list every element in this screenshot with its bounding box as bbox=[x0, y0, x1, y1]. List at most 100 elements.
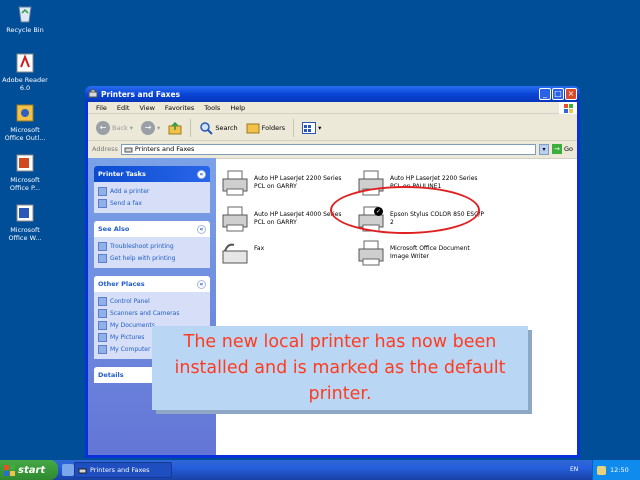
title-bar[interactable]: Printers and Faxes _ □ × bbox=[85, 86, 580, 102]
address-dropdown-button[interactable]: ▾ bbox=[538, 143, 549, 155]
back-label: Back bbox=[112, 123, 128, 132]
printer-item[interactable]: Auto HP LaserJet 2200 Series PCL on GARRY bbox=[220, 169, 355, 197]
address-value: Printers and Faxes bbox=[134, 145, 195, 153]
menu-view[interactable]: View bbox=[139, 104, 154, 112]
menu-tools[interactable]: Tools bbox=[204, 104, 220, 112]
printer-folder-icon bbox=[124, 147, 133, 152]
desktop-icon-label: Microsoft Office Outl... bbox=[4, 126, 46, 142]
scanners-cameras-link[interactable]: Scanners and Cameras bbox=[98, 307, 206, 319]
desktop-icon-outlook[interactable]: Microsoft Office Outl... bbox=[2, 102, 48, 142]
printer-name: Auto HP LaserJet 4000 Series bbox=[254, 211, 342, 218]
desktop-icon-label: Recycle Bin bbox=[6, 26, 44, 34]
help-icon bbox=[98, 253, 107, 263]
panel-title: Details bbox=[98, 371, 124, 379]
callout-text: The new local printer has now been insta… bbox=[174, 332, 506, 404]
maximize-button[interactable]: □ bbox=[552, 88, 564, 100]
toolbar: ← Back ▾ → ▾ Search Folders ▾ bbox=[88, 115, 577, 141]
taskbar-window-label: Printers and Faxes bbox=[90, 466, 150, 474]
search-button[interactable]: Search bbox=[197, 121, 239, 135]
minimize-button[interactable]: _ bbox=[539, 88, 551, 100]
language-indicator[interactable]: EN bbox=[570, 466, 578, 473]
printer-item[interactable]: Microsoft Office Document Image Writer bbox=[356, 239, 491, 267]
taskbar-window-button[interactable]: Printers and Faxes bbox=[74, 462, 172, 478]
go-label: Go bbox=[563, 145, 573, 153]
link-label: Troubleshoot printing bbox=[110, 242, 174, 250]
add-printer-link[interactable]: Add a printer bbox=[98, 185, 206, 197]
printer-tasks-header[interactable]: Printer Tasks « bbox=[94, 166, 210, 182]
views-icon bbox=[302, 121, 317, 134]
fax-icon bbox=[222, 243, 248, 264]
start-label: start bbox=[18, 464, 46, 476]
word-icon bbox=[16, 204, 34, 222]
help-printing-link[interactable]: Get help with printing bbox=[98, 252, 206, 264]
link-label: Get help with printing bbox=[110, 254, 176, 262]
address-input[interactable]: Printers and Faxes bbox=[120, 143, 536, 155]
desktop-icon-recycle-bin[interactable]: Recycle Bin bbox=[2, 2, 48, 34]
printer-folder-icon bbox=[78, 468, 87, 473]
forward-arrow-icon: → bbox=[141, 120, 156, 135]
folder-icon bbox=[98, 320, 107, 330]
folders-label: Folders bbox=[261, 123, 286, 132]
address-bar: Address Printers and Faxes ▾ → Go bbox=[88, 142, 577, 156]
clock[interactable]: 12:50 bbox=[610, 466, 629, 474]
desktop-icon-word[interactable]: Microsoft Office W... bbox=[2, 202, 48, 242]
chevron-down-icon: ▾ bbox=[129, 123, 134, 132]
link-label: Add a printer bbox=[110, 187, 150, 195]
menu-favorites[interactable]: Favorites bbox=[165, 104, 194, 112]
back-arrow-icon: ← bbox=[96, 120, 110, 135]
control-panel-link[interactable]: Control Panel bbox=[98, 295, 206, 307]
scanner-icon bbox=[98, 308, 107, 318]
go-button[interactable]: → Go bbox=[551, 144, 577, 154]
desktop-icon-adobe-reader[interactable]: Adobe Reader 6.0 bbox=[2, 52, 48, 92]
window-title: Printers and Faxes bbox=[101, 89, 181, 99]
up-folder-button[interactable] bbox=[166, 121, 184, 135]
search-icon bbox=[200, 121, 214, 135]
menu-help[interactable]: Help bbox=[230, 104, 245, 112]
computer-icon bbox=[98, 344, 107, 354]
help-icon bbox=[98, 241, 107, 251]
folders-button[interactable]: Folders bbox=[244, 121, 287, 135]
link-label: My Computer bbox=[110, 345, 151, 353]
printer-tasks-panel: Printer Tasks « Add a printer Send a fax bbox=[94, 166, 210, 213]
up-folder-icon bbox=[168, 121, 182, 134]
folder-icon bbox=[98, 332, 107, 342]
folders-icon bbox=[246, 123, 260, 133]
printer-icon bbox=[222, 170, 248, 196]
see-also-header[interactable]: See Also « bbox=[94, 221, 210, 237]
forward-button[interactable]: → ▾ bbox=[139, 120, 162, 135]
back-button[interactable]: ← Back ▾ bbox=[94, 120, 135, 135]
desktop-icon-label: Microsoft Office P... bbox=[9, 176, 41, 192]
system-tray: 12:50 bbox=[592, 460, 640, 480]
add-printer-icon bbox=[98, 186, 107, 196]
search-label: Search bbox=[215, 123, 238, 132]
panel-title: Printer Tasks bbox=[98, 170, 146, 178]
start-button[interactable]: start bbox=[0, 460, 58, 480]
menu-edit[interactable]: Edit bbox=[117, 104, 130, 112]
printer-name: Fax bbox=[254, 245, 265, 252]
troubleshoot-printing-link[interactable]: Troubleshoot printing bbox=[98, 240, 206, 252]
printer-location: PCL on GARRY bbox=[254, 183, 297, 190]
send-fax-link[interactable]: Send a fax bbox=[98, 197, 206, 209]
close-button[interactable]: × bbox=[565, 88, 577, 100]
chevron-down-icon: ▾ bbox=[157, 123, 161, 132]
collapse-chevron-icon[interactable]: « bbox=[197, 224, 206, 234]
printer-folder-icon bbox=[88, 89, 98, 98]
tray-icon[interactable] bbox=[597, 465, 606, 475]
address-label: Address bbox=[92, 145, 118, 153]
quick-launch-icon[interactable] bbox=[62, 464, 74, 476]
windows-flag-icon bbox=[4, 464, 15, 476]
desktop-icon-powerpoint[interactable]: Microsoft Office P... bbox=[2, 152, 48, 192]
fax-item[interactable]: Fax bbox=[220, 239, 355, 267]
recycle-bin-icon bbox=[18, 6, 32, 23]
outlook-icon bbox=[16, 104, 34, 122]
task-pane: Printer Tasks « Add a printer Send a fax bbox=[88, 158, 216, 455]
printer-location: Image Writer bbox=[390, 253, 430, 260]
printer-name: Microsoft Office Document bbox=[390, 245, 470, 252]
collapse-chevron-icon[interactable]: « bbox=[197, 169, 206, 179]
collapse-chevron-icon[interactable]: « bbox=[197, 279, 206, 289]
views-button[interactable]: ▾ bbox=[300, 121, 323, 134]
instruction-callout: The new local printer has now been insta… bbox=[152, 326, 528, 410]
other-places-header[interactable]: Other Places « bbox=[94, 276, 210, 292]
powerpoint-icon bbox=[16, 154, 34, 172]
menu-file[interactable]: File bbox=[96, 104, 107, 112]
